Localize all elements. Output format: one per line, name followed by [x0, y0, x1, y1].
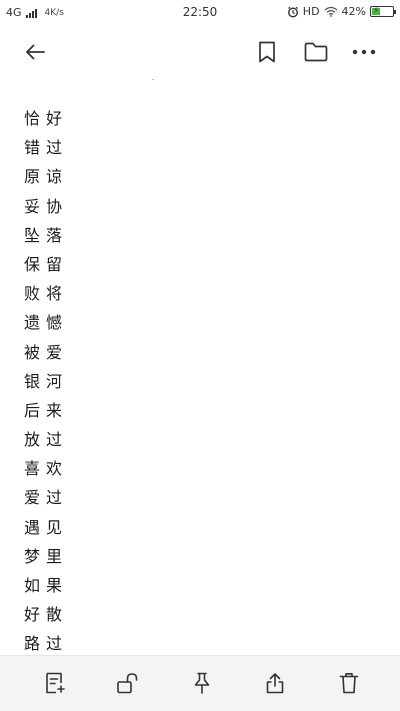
note-line: 梦里 [24, 546, 69, 566]
note-line: 被爱 [24, 342, 69, 362]
hd-badge: HD [302, 5, 320, 18]
status-bar: 4G 4K/s 22:50 HD 42% ⚡ [0, 0, 400, 26]
divider-mark [152, 79, 154, 80]
share-icon [264, 671, 286, 695]
note-line: 好散 [24, 605, 69, 625]
back-button[interactable] [21, 38, 49, 66]
note-line: 恰好 [24, 109, 69, 128]
unlock-icon [115, 671, 139, 695]
note-line: 爱过 [24, 488, 69, 508]
note-line: 如果 [24, 576, 69, 595]
wifi-icon [324, 6, 338, 17]
note-line: 原谅 [24, 167, 69, 187]
share-button[interactable] [262, 670, 288, 696]
pin-icon [191, 671, 213, 695]
folder-button[interactable] [302, 38, 330, 66]
note-line: 遇见 [24, 517, 69, 537]
note-line: 保留 [24, 254, 69, 274]
bookmark-button[interactable] [253, 38, 281, 66]
arrow-left-icon [23, 40, 47, 64]
folder-icon [303, 41, 329, 63]
note-line: 银河 [24, 371, 69, 391]
status-right: HD 42% ⚡ [287, 5, 396, 18]
charging-icon: ⚡ [373, 6, 380, 16]
note-body[interactable]: 恰好 错过 原谅 妥协 坠落 保留 败将 遗憾 被爱 银河 后来 放过 喜欢 爱过 遇见 梦里 如果 好散 路过 [24, 104, 384, 659]
battery-percent: 42% [341, 5, 366, 18]
battery-icon: ⚡ [370, 6, 396, 17]
note-line: 遗憾 [24, 313, 69, 333]
note-screen: 4G 4K/s 22:50 HD 42% ⚡ 恰好 错过 原谅 妥协 坠落 保留… [0, 0, 400, 711]
delete-button[interactable] [336, 670, 362, 696]
note-line: 妥协 [24, 196, 69, 216]
bookmark-icon [256, 40, 278, 64]
alarm-icon [287, 6, 299, 18]
note-edit-icon [44, 671, 66, 695]
trash-icon [338, 671, 360, 695]
lock-button[interactable] [114, 670, 140, 696]
note-line: 败将 [24, 284, 69, 304]
bottom-action-bar [0, 655, 400, 711]
pin-button[interactable] [189, 670, 215, 696]
note-line: 喜欢 [24, 459, 69, 479]
note-line: 放过 [24, 430, 69, 450]
top-toolbar [0, 32, 400, 72]
note-line: 坠落 [24, 225, 69, 245]
more-options-button[interactable] [350, 38, 378, 66]
note-line: 后来 [24, 400, 69, 420]
edit-note-button[interactable] [42, 670, 68, 696]
more-horizontal-icon [351, 48, 377, 56]
note-line: 错过 [24, 138, 69, 158]
